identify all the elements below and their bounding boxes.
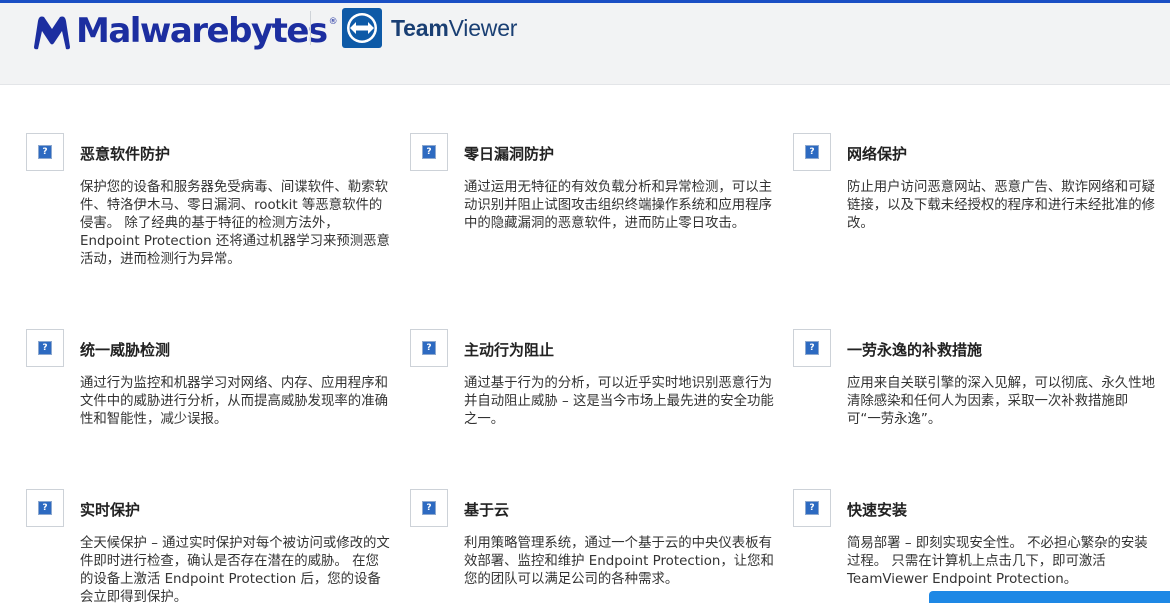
registered-mark: ® [328,17,338,27]
teamviewer-wordmark: TeamViewer [391,15,517,42]
malwarebytes-m-icon [34,16,70,50]
malwarebytes-wordmark: Malwarebytes [76,11,328,51]
broken-image-placeholder-icon: ? [793,489,831,527]
feature-description: 通过行为监控和机器学习对网络、内存、应用程序和文件中的威胁进行分析，从而提高威胁… [80,376,388,427]
feature-description: 简易部署 – 即刻实现安全性。 不必担心繁杂的安装过程。 只需在计算机上点击几下… [847,536,1148,587]
feature-title: 零日漏洞防护 [464,145,555,163]
feature-title: 基于云 [464,501,510,519]
feature-description: 通过基于行为的分析，可以近乎实时地识别恶意行为并自动阻止威胁 – 这是当今市场上… [464,376,774,427]
broken-image-placeholder-icon: ? [26,489,64,527]
teamviewer-wordmark-rest: Viewer [448,14,518,41]
floating-cta-button[interactable] [929,591,1170,603]
feature-title: 一劳永逸的补救措施 [847,341,983,359]
logo-divider [310,11,311,45]
feature-title: 统一威胁检测 [80,341,171,359]
feature-description: 应用来自关联引擎的深入见解，可以彻底、永久性地清除感染和任何人为因素，采取一次补… [847,376,1155,427]
feature-description: 全天候保护 – 通过实时保护对每个被访问或修改的文件即时进行检查，确认是否存在潜… [80,536,390,605]
placeholder-glyph: ? [38,341,52,355]
feature-title: 网络保护 [847,145,908,163]
feature-description: 利用策略管理系统，通过一个基于云的中央仪表板有效部署、监控和维护 Endpoin… [464,536,774,587]
placeholder-glyph: ? [805,501,819,515]
teamviewer-logo[interactable]: TeamViewer [342,6,517,50]
placeholder-glyph: ? [38,145,52,159]
placeholder-glyph: ? [38,501,52,515]
placeholder-glyph: ? [422,145,436,159]
header: Malwarebytes ® TeamViewer [0,3,1170,85]
broken-image-placeholder-icon: ? [26,133,64,171]
broken-image-placeholder-icon: ? [793,133,831,171]
broken-image-placeholder-icon: ? [410,489,448,527]
feature-title: 主动行为阻止 [464,341,555,359]
feature-description: 防止用户访问恶意网站、恶意广告、欺诈网络和可疑链接，以及下载未经授权的程序和进行… [847,180,1155,231]
teamviewer-arrows-icon [342,8,382,48]
feature-title: 恶意软件防护 [80,145,171,163]
feature-title: 快速安装 [847,501,908,519]
placeholder-glyph: ? [805,145,819,159]
feature-title: 实时保护 [80,501,141,519]
broken-image-placeholder-icon: ? [793,329,831,367]
malwarebytes-logo[interactable]: Malwarebytes ® [30,7,338,55]
placeholder-glyph: ? [805,341,819,355]
broken-image-placeholder-icon: ? [410,133,448,171]
placeholder-glyph: ? [422,341,436,355]
broken-image-placeholder-icon: ? [410,329,448,367]
feature-description: 通过运用无特征的有效负载分析和异常检测，可以主动识别并阻止试图攻击组织终端操作系… [464,180,772,231]
teamviewer-wordmark-bold: Team [391,14,449,41]
feature-description: 保护您的设备和服务器免受病毒、间谍软件、勒索软件、特洛伊木马、零日漏洞、root… [80,180,390,267]
placeholder-glyph: ? [422,501,436,515]
broken-image-placeholder-icon: ? [26,329,64,367]
